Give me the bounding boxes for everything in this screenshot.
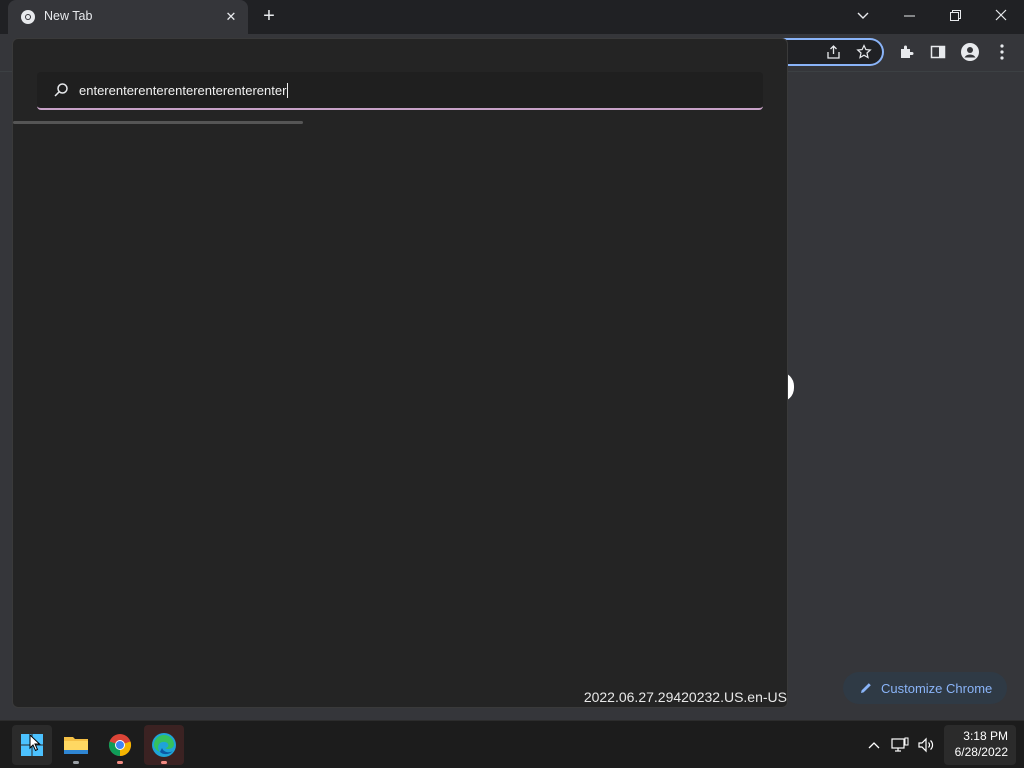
tab-close-button[interactable]: ✕: [222, 8, 240, 26]
volume-icon[interactable]: [916, 735, 936, 755]
chrome-icon: [21, 10, 35, 24]
tab-search-button[interactable]: [840, 0, 886, 30]
restore-icon: [949, 10, 961, 21]
profile-avatar-icon[interactable]: [960, 42, 980, 62]
bookmark-star-icon[interactable]: [854, 42, 874, 62]
version-label: 2022.06.27.29420232.US.en-US: [583, 689, 787, 705]
close-window-button[interactable]: [978, 0, 1024, 30]
taskbar-file-explorer[interactable]: [56, 725, 96, 765]
clock-date: 6/28/2022: [954, 745, 1008, 759]
chrome-icon: [108, 734, 132, 757]
taskbar-chrome[interactable]: [100, 725, 140, 765]
tab-new-tab[interactable]: New Tab ✕: [8, 0, 248, 34]
search-icon: [54, 83, 68, 97]
mouse-cursor-icon: [29, 734, 41, 752]
clock-time: 3:18 PM: [963, 729, 1008, 743]
search-input[interactable]: enterenterenterenterenterenterenter: [37, 72, 763, 110]
running-indicator: [161, 761, 167, 764]
chevron-down-icon: [857, 12, 869, 19]
extensions-icon[interactable]: [896, 42, 916, 62]
taskbar: 3:18 PM 6/28/2022: [0, 720, 1024, 768]
minimize-button[interactable]: [886, 0, 932, 30]
customize-chrome-button[interactable]: Customize Chrome: [843, 672, 1007, 704]
side-panel-icon[interactable]: [928, 42, 948, 62]
running-indicator: [73, 761, 79, 764]
running-indicator: [117, 761, 123, 764]
search-panel: enterenterenterenterenterenterenter 2022…: [12, 38, 788, 708]
text-caret: [287, 83, 289, 98]
share-icon[interactable]: [824, 42, 844, 62]
more-menu-icon[interactable]: [992, 42, 1012, 62]
taskbar-edge[interactable]: [144, 725, 184, 765]
edge-icon: [152, 733, 176, 757]
network-icon[interactable]: [890, 735, 910, 755]
search-input-value: enterenterenterenterenterenterenter: [79, 83, 289, 98]
minimize-icon: [903, 15, 915, 17]
restore-button[interactable]: [932, 0, 978, 30]
new-tab-button[interactable]: +: [258, 6, 280, 28]
close-icon: [995, 9, 1007, 21]
folder-icon: [64, 737, 88, 754]
tab-strip: New Tab ✕ +: [0, 0, 1024, 34]
pencil-icon: [861, 683, 871, 693]
show-hidden-icons-icon[interactable]: [864, 735, 884, 755]
customize-chrome-label: Customize Chrome: [881, 680, 993, 696]
tab-title: New Tab: [44, 9, 93, 23]
start-button[interactable]: [12, 725, 52, 765]
taskbar-clock[interactable]: 3:18 PM 6/28/2022: [944, 725, 1016, 765]
loading-bar: [13, 121, 303, 124]
